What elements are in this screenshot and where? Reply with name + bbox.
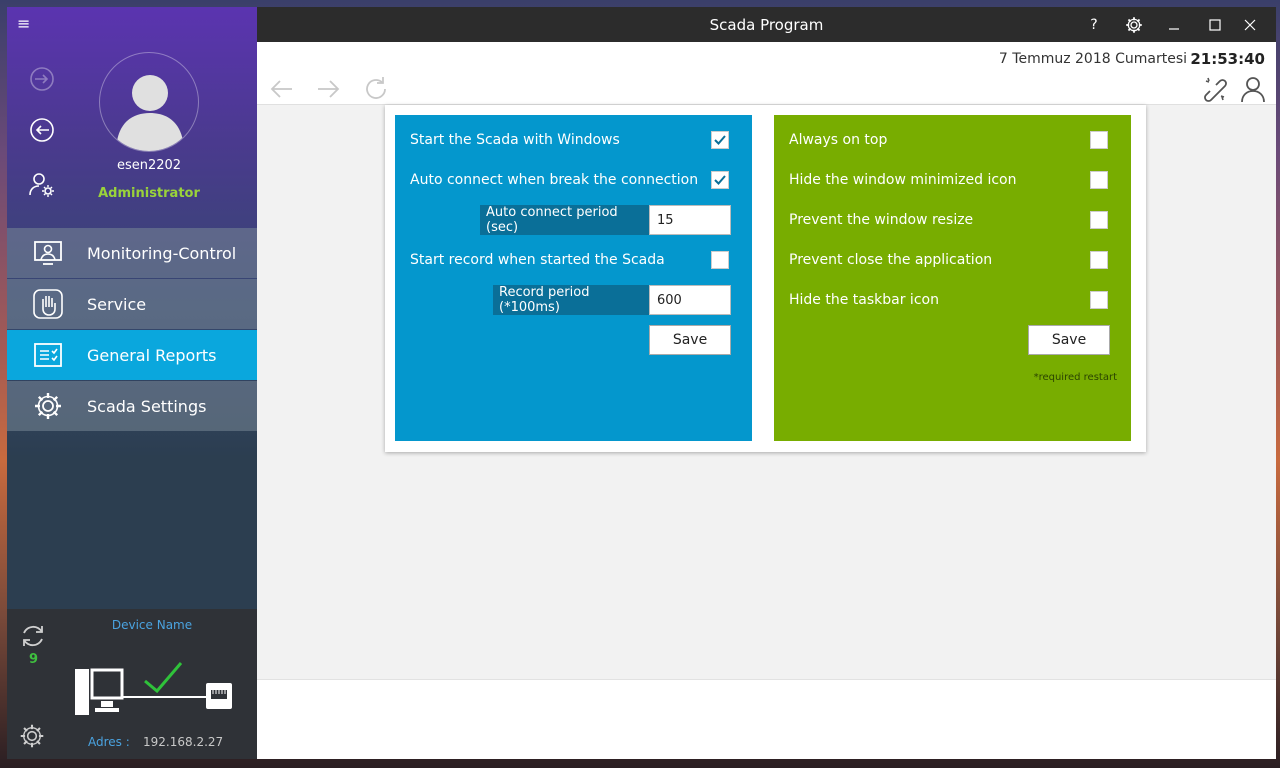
username: esen2202 bbox=[116, 158, 182, 173]
forward-arrow-icon[interactable] bbox=[314, 75, 342, 103]
device-settings-gear-icon[interactable] bbox=[19, 723, 45, 749]
device-panel: 9 Device Name Adres : 192.168.2.27 bbox=[7, 609, 257, 759]
record-period-label: Record period (*100ms) bbox=[493, 285, 650, 315]
menu-item-label: Service bbox=[87, 294, 147, 314]
window-settings-panel: Always on top Hide the window minimized … bbox=[774, 115, 1131, 441]
hide-minimized-icon-checkbox[interactable] bbox=[1090, 171, 1108, 189]
user-role: Administrator bbox=[98, 186, 200, 201]
auto-connect-period-input[interactable] bbox=[649, 205, 731, 235]
settings-button[interactable] bbox=[1116, 7, 1152, 42]
menu-item-monitoring-control[interactable]: Monitoring-Control bbox=[7, 228, 257, 278]
maximize-button[interactable] bbox=[1197, 7, 1233, 42]
avatar[interactable] bbox=[99, 52, 199, 152]
settings-card: Start the Scada with Windows Auto connec… bbox=[385, 105, 1146, 452]
maximize-icon bbox=[1209, 18, 1221, 31]
user-icon[interactable] bbox=[1239, 75, 1267, 103]
menu-item-label: General Reports bbox=[87, 345, 217, 365]
record-period-input[interactable] bbox=[649, 285, 731, 315]
prevent-resize-checkbox[interactable] bbox=[1090, 211, 1108, 229]
monitor-user-icon bbox=[31, 236, 65, 270]
auto-connect-checkbox[interactable] bbox=[711, 171, 729, 189]
broken-link-icon[interactable] bbox=[1202, 75, 1230, 103]
address-value: 192.168.2.27 bbox=[143, 735, 224, 749]
refresh-icon[interactable] bbox=[19, 622, 47, 650]
time-display: 21:53:40 bbox=[1190, 50, 1265, 68]
hamburger-menu-icon[interactable]: ≡ bbox=[17, 15, 35, 33]
report-checklist-icon bbox=[31, 338, 65, 372]
connection-status-diagram bbox=[75, 662, 232, 715]
prevent-resize-label: Prevent the window resize bbox=[789, 212, 974, 228]
logout-icon[interactable] bbox=[27, 115, 57, 145]
menu-item-general-reports[interactable]: General Reports bbox=[7, 330, 257, 380]
always-on-top-checkbox[interactable] bbox=[1090, 131, 1108, 149]
hide-taskbar-icon-checkbox[interactable] bbox=[1090, 291, 1108, 309]
login-icon[interactable] bbox=[27, 64, 57, 94]
menu-item-label: Monitoring-Control bbox=[87, 243, 237, 263]
sync-count: 9 bbox=[29, 652, 39, 667]
prevent-close-label: Prevent close the application bbox=[789, 252, 993, 268]
bottom-bar bbox=[257, 679, 1276, 759]
reload-icon[interactable] bbox=[362, 75, 390, 103]
startup-settings-panel: Start the Scada with Windows Auto connec… bbox=[395, 115, 752, 441]
menu-item-label: Scada Settings bbox=[87, 396, 207, 416]
date-display: 7 Temmuz 2018 Cumartesi bbox=[998, 51, 1187, 67]
close-icon bbox=[1244, 19, 1256, 30]
minimize-button[interactable] bbox=[1156, 7, 1192, 42]
hide-minimized-icon-label: Hide the window minimized icon bbox=[789, 172, 1017, 188]
save-window-settings-button[interactable]: Save bbox=[1028, 325, 1110, 355]
title-bar: Scada Program ? bbox=[257, 7, 1276, 42]
menu-item-scada-settings[interactable]: Scada Settings bbox=[7, 381, 257, 431]
prevent-close-checkbox[interactable] bbox=[1090, 251, 1108, 269]
start-record-label: Start record when started the Scada bbox=[410, 252, 665, 268]
start-with-windows-label: Start the Scada with Windows bbox=[410, 132, 620, 148]
top-bar: 7 Temmuz 2018 Cumartesi 21:53:40 bbox=[257, 42, 1276, 105]
address-label: Adres : bbox=[88, 735, 130, 749]
main-window: Scada Program ? 7 Temmuz 2018 Cumartesi … bbox=[257, 7, 1276, 759]
start-with-windows-checkbox[interactable] bbox=[711, 131, 729, 149]
gear-icon bbox=[31, 389, 65, 423]
auto-connect-period-label: Auto connect period (sec) bbox=[480, 205, 650, 235]
minimize-icon bbox=[1169, 27, 1179, 30]
gear-icon bbox=[1126, 16, 1142, 33]
start-record-checkbox[interactable] bbox=[711, 251, 729, 269]
hand-icon bbox=[31, 287, 65, 321]
save-startup-settings-button[interactable]: Save bbox=[649, 325, 731, 355]
device-name-label: Device Name bbox=[111, 618, 193, 632]
required-restart-note: *required restart bbox=[1033, 372, 1117, 383]
check-icon bbox=[714, 135, 726, 145]
menu-item-service[interactable]: Service bbox=[7, 279, 257, 329]
back-arrow-icon[interactable] bbox=[268, 75, 296, 103]
close-button[interactable] bbox=[1232, 7, 1268, 42]
hide-taskbar-icon-label: Hide the taskbar icon bbox=[789, 292, 939, 308]
help-button[interactable]: ? bbox=[1076, 7, 1112, 42]
auto-connect-label: Auto connect when break the connection bbox=[410, 172, 699, 188]
always-on-top-label: Always on top bbox=[789, 132, 888, 148]
sidebar: ≡ esen2202 Administrator Monitoring-Cont… bbox=[7, 7, 257, 759]
main-menu: Monitoring-Control Service General Repor… bbox=[7, 228, 257, 432]
check-icon bbox=[714, 175, 726, 185]
